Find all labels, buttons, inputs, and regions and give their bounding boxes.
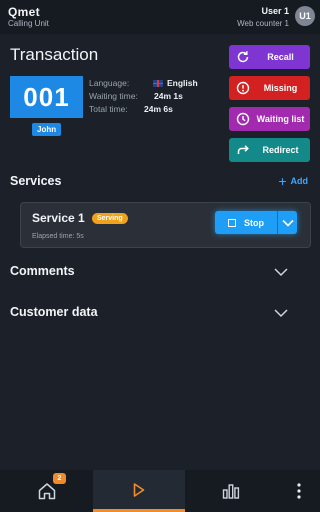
add-service-button[interactable]: + Add bbox=[278, 174, 308, 188]
clock-icon bbox=[236, 112, 250, 126]
total-time-row: Total time: 24m 6s bbox=[89, 104, 173, 114]
customer-data-chevron-down-icon[interactable] bbox=[274, 308, 288, 318]
nav-stats[interactable] bbox=[185, 470, 277, 512]
play-icon bbox=[133, 482, 145, 497]
home-count-badge: 2 bbox=[53, 473, 66, 484]
plus-icon: + bbox=[278, 173, 287, 189]
uk-flag-icon bbox=[153, 79, 163, 87]
language-row: Language: English bbox=[89, 78, 198, 88]
waiting-time-value: 24m 1s bbox=[154, 91, 183, 101]
avatar[interactable]: U1 bbox=[295, 6, 315, 26]
bar-chart-icon bbox=[222, 484, 240, 499]
comments-chevron-down-icon[interactable] bbox=[274, 267, 288, 277]
customer-data-header[interactable]: Customer data bbox=[10, 305, 98, 319]
add-service-label: Add bbox=[290, 176, 309, 186]
ticket-number: 001 bbox=[10, 76, 83, 118]
waiting-time-label: Waiting time: bbox=[89, 91, 138, 101]
workstation-name: Web counter 1 bbox=[237, 19, 289, 28]
stop-label: Stop bbox=[244, 217, 264, 228]
top-bar: Qmet Calling Unit User 1 Web counter 1 U… bbox=[0, 0, 320, 34]
nav-home[interactable]: 2 bbox=[0, 470, 93, 512]
stop-icon bbox=[228, 218, 236, 227]
total-time-value: 24m 6s bbox=[144, 104, 173, 114]
recall-label: Recall bbox=[267, 52, 294, 62]
customer-name-badge: John bbox=[32, 123, 62, 136]
language-value: English bbox=[153, 78, 198, 88]
service-name: Service 1 bbox=[32, 211, 85, 225]
home-icon bbox=[38, 483, 55, 500]
total-time-label: Total time: bbox=[89, 104, 128, 114]
waiting-time-row: Waiting time: 24m 1s bbox=[89, 91, 183, 101]
app-subtitle: Calling Unit bbox=[8, 19, 49, 28]
nav-more[interactable] bbox=[277, 470, 320, 512]
more-vertical-icon bbox=[296, 483, 301, 499]
alert-circle-icon bbox=[236, 81, 250, 95]
nav-play[interactable] bbox=[93, 470, 185, 512]
waiting-list-label: Waiting list bbox=[256, 114, 305, 124]
elapsed-time: Elapsed time: 5s bbox=[32, 233, 84, 240]
missing-button[interactable]: Missing bbox=[229, 76, 310, 100]
service-card: Service 1 Serving Elapsed time: 5s Stop bbox=[20, 202, 311, 248]
recall-button[interactable]: Recall bbox=[229, 45, 310, 69]
bottom-nav: 2 bbox=[0, 470, 320, 512]
waiting-list-button[interactable]: Waiting list bbox=[229, 107, 310, 131]
transaction-title: Transaction bbox=[10, 45, 99, 64]
language-label: Language: bbox=[89, 78, 130, 88]
chevron-down-icon bbox=[281, 219, 294, 227]
redirect-button[interactable]: Redirect bbox=[229, 138, 310, 162]
stop-button-group: Stop bbox=[215, 211, 297, 234]
redirect-arrow-icon bbox=[237, 145, 249, 154]
status-badge: Serving bbox=[92, 213, 128, 224]
comments-header[interactable]: Comments bbox=[10, 264, 75, 278]
missing-label: Missing bbox=[263, 83, 298, 93]
stop-dropdown-button[interactable] bbox=[278, 211, 297, 234]
stop-button[interactable]: Stop bbox=[215, 211, 277, 234]
refresh-icon bbox=[237, 51, 249, 63]
services-title: Services bbox=[10, 174, 62, 188]
app-logo: Qmet bbox=[8, 5, 40, 19]
user-name[interactable]: User 1 bbox=[261, 6, 289, 16]
redirect-label: Redirect bbox=[262, 145, 299, 155]
